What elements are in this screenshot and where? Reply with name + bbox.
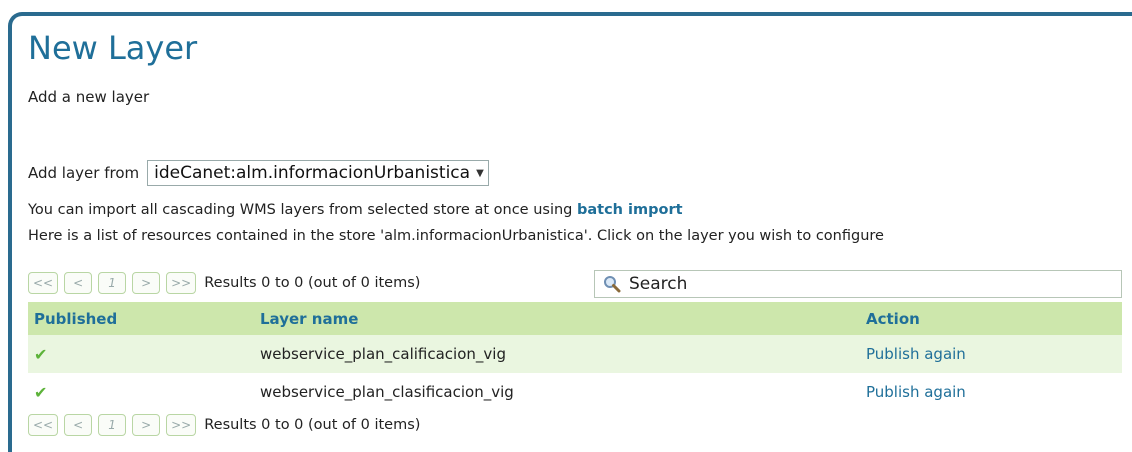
last-page-button[interactable]: >> <box>166 272 197 294</box>
pager-top: << < 1 > >> Results 0 to 0 (out of 0 ite… <box>28 271 420 295</box>
search-box[interactable] <box>594 270 1122 298</box>
store-select[interactable]: ideCanet:alm.informacionUrbanistica ▼ <box>147 160 489 186</box>
page-title: New Layer <box>28 29 198 67</box>
checkmark-icon: ✔ <box>34 344 48 364</box>
batch-import-text: You can import all cascading WMS layers … <box>28 202 577 218</box>
table-row: ✔ webservice_plan_clasificacion_vig Publ… <box>28 373 1122 411</box>
published-cell: ✔ <box>28 373 254 411</box>
batch-import-info: You can import all cascading WMS layers … <box>28 202 683 218</box>
header-action: Action <box>860 302 1122 335</box>
header-layer-name[interactable]: Layer name <box>254 302 860 335</box>
checkmark-icon: ✔ <box>34 382 48 402</box>
store-select-value: ideCanet:alm.informacionUrbanistica <box>154 163 471 183</box>
search-input[interactable] <box>627 273 1111 295</box>
results-count: Results 0 to 0 (out of 0 items) <box>204 275 421 291</box>
batch-import-link[interactable]: batch import <box>577 202 683 218</box>
next-page-button[interactable]: > <box>132 414 161 436</box>
layers-table: Published Layer name Action ✔ webservice… <box>28 302 1122 411</box>
layer-source-row: Add layer from ideCanet:alm.informacionU… <box>28 158 489 188</box>
chevron-down-icon: ▼ <box>476 167 484 179</box>
publish-again-link[interactable]: Publish again <box>866 383 966 401</box>
header-published[interactable]: Published <box>28 302 254 335</box>
layer-name-cell: webservice_plan_clasificacion_vig <box>260 383 514 401</box>
magnifier-icon <box>603 275 621 293</box>
layer-name-cell: webservice_plan_calificacion_vig <box>254 335 860 373</box>
table-row: ✔ webservice_plan_calificacion_vig Publi… <box>28 335 1122 373</box>
results-count: Results 0 to 0 (out of 0 items) <box>204 417 421 433</box>
prev-page-button[interactable]: < <box>64 414 93 436</box>
page-number-button[interactable]: 1 <box>98 272 127 294</box>
layer-source-label: Add layer from <box>28 164 140 182</box>
published-cell: ✔ <box>28 335 254 373</box>
pager-bottom: << < 1 > >> Results 0 to 0 (out of 0 ite… <box>28 413 420 437</box>
publish-again-link[interactable]: Publish again <box>866 345 966 363</box>
page-number-button[interactable]: 1 <box>98 414 127 436</box>
first-page-button[interactable]: << <box>28 272 59 294</box>
prev-page-button[interactable]: < <box>64 272 93 294</box>
table-header-row: Published Layer name Action <box>28 302 1122 335</box>
resource-list-info: Here is a list of resources contained in… <box>28 228 884 244</box>
page-subtitle: Add a new layer <box>28 88 150 106</box>
first-page-button[interactable]: << <box>28 414 59 436</box>
next-page-button[interactable]: > <box>132 272 161 294</box>
last-page-button[interactable]: >> <box>166 414 197 436</box>
